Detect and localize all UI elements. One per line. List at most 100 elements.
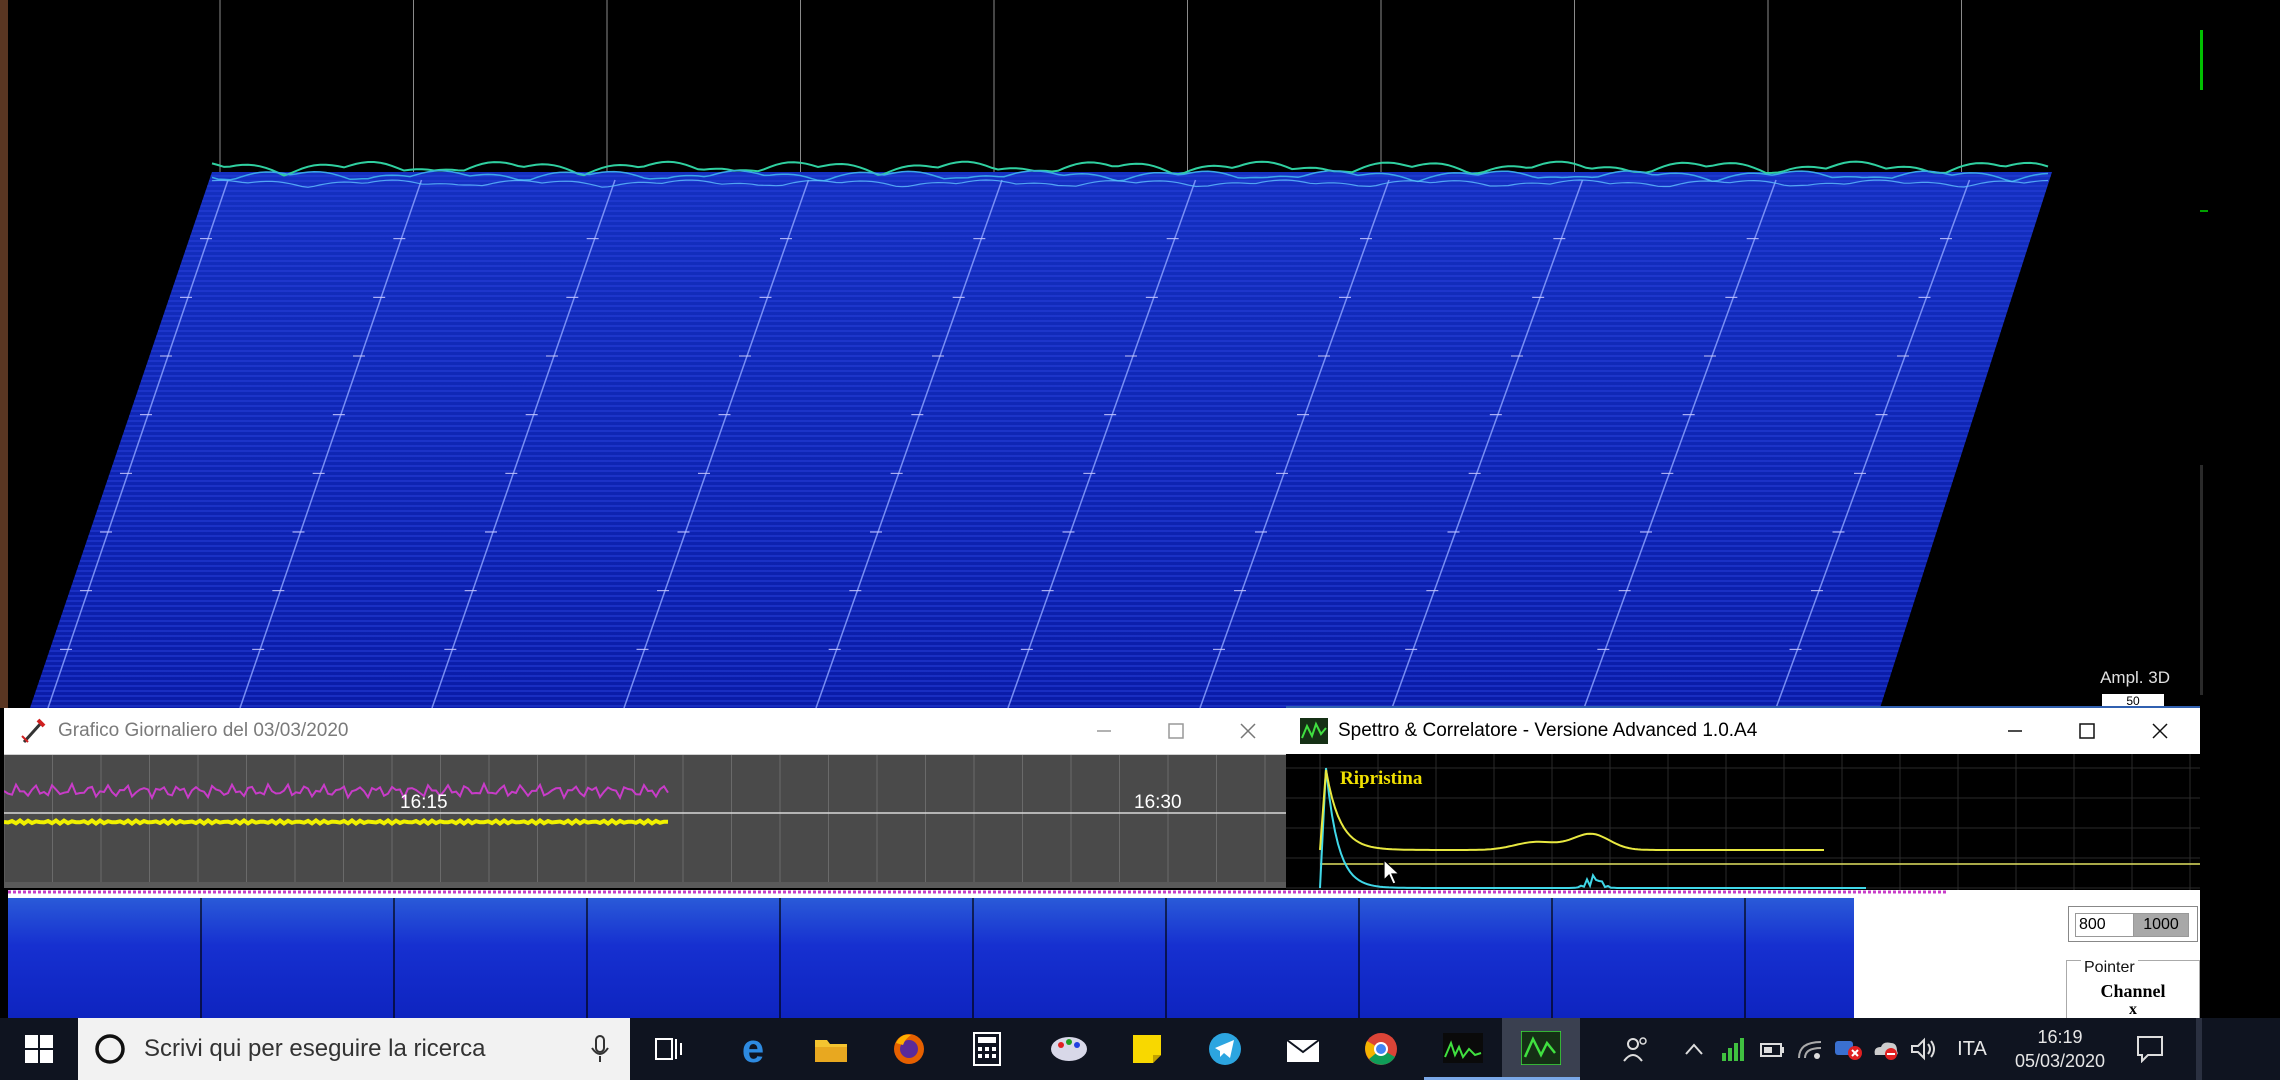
taskbar-search[interactable]: Scrivi qui per eseguire la ricerca bbox=[78, 1018, 630, 1080]
window-edge bbox=[0, 0, 8, 708]
paint-app-button[interactable] bbox=[1030, 1018, 1108, 1080]
waterfall-lines bbox=[30, 175, 2051, 707]
search-placeholder: Scrivi qui per eseguire la ricerca bbox=[144, 1035, 486, 1062]
chevron-up-icon bbox=[1685, 1043, 1703, 1055]
maximize-button[interactable] bbox=[2051, 708, 2123, 754]
minimize-button[interactable] bbox=[1068, 708, 1140, 754]
antivirus-indicator[interactable] bbox=[1830, 1018, 1866, 1080]
people-icon bbox=[1623, 1037, 1647, 1062]
window-title: Spettro & Correlatore - Versione Advance… bbox=[1338, 720, 1758, 741]
range-box: 800 1000 bbox=[2068, 906, 2198, 942]
windows-logo-icon bbox=[25, 1035, 53, 1063]
daily-chart-canvas bbox=[3, 755, 1286, 888]
edge-browser-button[interactable]: e bbox=[714, 1018, 792, 1080]
spectrum-app-icon bbox=[1443, 1032, 1483, 1063]
microphone-icon[interactable] bbox=[588, 1034, 612, 1064]
grafico-giornaliero-window: Grafico Giornaliero del 03/03/2020 16:15… bbox=[3, 708, 1286, 888]
clock-date: 05/03/2020 bbox=[2014, 1051, 2106, 1071]
signal-indicator[interactable] bbox=[1716, 1018, 1752, 1080]
calculator-icon bbox=[973, 1032, 1001, 1066]
speaker-icon bbox=[1911, 1037, 1935, 1061]
window-titlebar[interactable]: Spettro & Correlatore - Versione Advance… bbox=[1286, 706, 2200, 755]
chrome-button[interactable] bbox=[1342, 1018, 1420, 1080]
calculator-button[interactable] bbox=[948, 1018, 1026, 1080]
clock-time: 16:19 bbox=[2037, 1027, 2083, 1047]
ripristina-button[interactable]: Ripristina bbox=[1340, 768, 1422, 790]
onedrive-indicator[interactable] bbox=[1868, 1018, 1904, 1080]
close-button[interactable] bbox=[1212, 708, 1284, 754]
daily-scrollbar[interactable] bbox=[4, 882, 1286, 888]
battery-indicator[interactable] bbox=[1754, 1018, 1790, 1080]
clock[interactable]: 16:19 05/03/2020 bbox=[2000, 1018, 2120, 1080]
maximize-button[interactable] bbox=[1140, 708, 1212, 754]
cortana-circle-icon bbox=[95, 1034, 125, 1064]
waterfall-3d-canvas bbox=[30, 0, 2052, 708]
bottom-spectrogram-canvas bbox=[8, 890, 1946, 1018]
minimize-button[interactable] bbox=[1979, 708, 2051, 754]
daily-trace-magenta bbox=[3, 781, 669, 801]
language-indicator[interactable]: ITA bbox=[1948, 1018, 1996, 1080]
app-spectrum-icon bbox=[1300, 718, 1328, 744]
daily-chart-grid bbox=[3, 755, 1266, 882]
bottom-spectrogram[interactable] bbox=[8, 898, 1854, 1018]
maximize-icon bbox=[2079, 723, 2095, 739]
telegram-icon bbox=[1209, 1033, 1241, 1065]
mouse-cursor-icon bbox=[1383, 858, 1401, 885]
firefox-button[interactable] bbox=[870, 1018, 948, 1080]
range-min-input[interactable]: 800 bbox=[2075, 913, 2134, 937]
channel-label: Channel bbox=[2100, 981, 2166, 1001]
task-view-button[interactable] bbox=[630, 1018, 708, 1080]
firefox-icon bbox=[894, 1034, 924, 1064]
folder-icon bbox=[815, 1040, 847, 1062]
spectrum-plot-canvas bbox=[1286, 754, 2200, 890]
scroll-thumb[interactable] bbox=[2200, 465, 2203, 695]
window-titlebar[interactable]: Grafico Giornaliero del 03/03/2020 bbox=[4, 708, 1286, 755]
spectrum-correlator-icon bbox=[1521, 1030, 1561, 1065]
bottom-panel bbox=[8, 890, 2200, 1018]
wifi-indicator[interactable] bbox=[1792, 1018, 1828, 1080]
daily-chart[interactable]: 16:15 16:30 bbox=[3, 755, 1286, 888]
battery-icon bbox=[1760, 1043, 1784, 1057]
action-center-button[interactable] bbox=[2120, 1018, 2180, 1080]
spettro-correlatore-button[interactable] bbox=[1502, 1018, 1580, 1080]
range-max-input[interactable]: 1000 bbox=[2133, 913, 2189, 937]
daily-trace-yellow bbox=[3, 818, 669, 826]
spectrum-grid bbox=[1286, 754, 2200, 890]
vertical-guides bbox=[219, 0, 1962, 172]
show-desktop-button[interactable] bbox=[2196, 1018, 2202, 1080]
spectrum-lab-button[interactable] bbox=[1424, 1018, 1502, 1080]
waterfall-surface bbox=[30, 172, 2052, 708]
spectrum-plot[interactable]: Ripristina bbox=[1286, 754, 2200, 890]
edge-icon: e bbox=[741, 1026, 765, 1071]
window-title: Grafico Giornaliero del 03/03/2020 bbox=[58, 720, 349, 741]
app-pen-icon bbox=[21, 718, 46, 744]
close-button[interactable] bbox=[2124, 708, 2196, 754]
cloud-error-icon bbox=[1874, 1042, 1898, 1060]
volume-button[interactable] bbox=[1906, 1018, 1942, 1080]
chrome-icon bbox=[1365, 1033, 1397, 1065]
desktop: Ampl. 3D 50 Grafico Giornaliero del 03/0… bbox=[0, 0, 2280, 1080]
right-scroll-strip[interactable] bbox=[2200, 0, 2280, 1018]
people-button[interactable] bbox=[1596, 1018, 1676, 1080]
start-button[interactable] bbox=[0, 1018, 78, 1080]
sticky-notes-button[interactable] bbox=[1108, 1018, 1186, 1080]
close-icon bbox=[2152, 723, 2168, 739]
time-label: 16:30 bbox=[1134, 792, 1182, 813]
file-explorer-button[interactable] bbox=[792, 1018, 870, 1080]
waterfall-3d-plot bbox=[0, 0, 2200, 708]
shield-warning-icon bbox=[1835, 1041, 1862, 1060]
telegram-button[interactable] bbox=[1186, 1018, 1264, 1080]
level-tick bbox=[2200, 210, 2208, 212]
notification-icon bbox=[2137, 1036, 2163, 1063]
channel-value: x bbox=[2129, 1001, 2137, 1018]
maximize-icon bbox=[1168, 723, 1184, 739]
spettro-correlatore-window: Spettro & Correlatore - Versione Advance… bbox=[1286, 706, 2200, 890]
mail-button[interactable] bbox=[1264, 1018, 1342, 1080]
time-label: 16:15 bbox=[400, 792, 448, 813]
palette-icon bbox=[1051, 1037, 1087, 1061]
sticky-note-icon bbox=[1133, 1035, 1161, 1063]
mail-icon bbox=[1286, 1039, 1320, 1062]
show-hidden-icons-button[interactable] bbox=[1676, 1018, 1712, 1080]
signal-bars-icon bbox=[1722, 1038, 1744, 1061]
close-icon bbox=[1240, 723, 1256, 739]
